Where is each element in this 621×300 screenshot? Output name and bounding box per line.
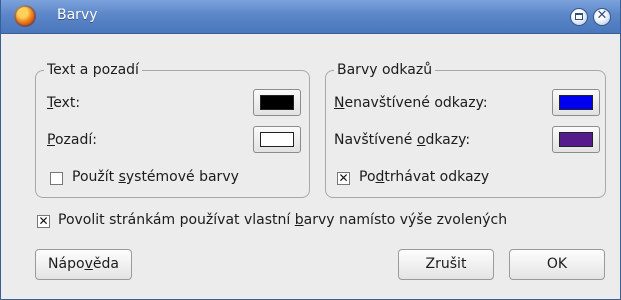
visited-links-label: Navštívené odkazy:	[334, 132, 471, 148]
visited-links-color-button[interactable]	[552, 126, 600, 153]
visited-links-swatch	[559, 132, 593, 147]
text-color-button[interactable]	[253, 89, 301, 116]
colors-dialog: Barvy ✕ Text a pozadí Text: Pozadí: Použ…	[0, 0, 621, 300]
maximize-icon	[575, 13, 583, 20]
text-color-label: Text:	[47, 95, 81, 111]
unvisited-links-label: Nenavštívené odkazy:	[334, 95, 488, 111]
unvisited-links-color-button[interactable]	[552, 89, 600, 116]
allow-page-colors-checkbox[interactable]: ✕	[37, 214, 50, 228]
text-color-swatch	[260, 95, 294, 110]
window-title: Barvy	[57, 7, 98, 23]
system-colors-label[interactable]: Použít systémové barvy	[72, 168, 239, 186]
cancel-button[interactable]: Zrušit	[398, 249, 494, 280]
link-colors-legend: Barvy odkazů	[334, 61, 436, 79]
unvisited-links-swatch	[559, 95, 593, 110]
close-button[interactable]: ✕	[593, 8, 611, 26]
background-color-label: Pozadí:	[47, 132, 97, 148]
help-button[interactable]: Nápověda	[35, 249, 132, 280]
allow-page-colors-label[interactable]: Povolit stránkám používat vlastní barvy …	[58, 211, 507, 229]
titlebar[interactable]: Barvy ✕	[1, 0, 620, 34]
check-mark-icon: ✕	[338, 171, 349, 185]
system-colors-checkbox[interactable]	[50, 172, 63, 185]
maximize-button[interactable]	[570, 8, 588, 26]
underline-links-checkbox[interactable]: ✕	[337, 171, 350, 185]
text-background-legend: Text a pozadí	[44, 61, 142, 79]
firefox-icon	[14, 5, 36, 27]
underline-links-label[interactable]: Podtrhávat odkazy	[359, 168, 489, 186]
background-color-swatch	[260, 132, 294, 147]
check-mark-icon: ✕	[38, 214, 49, 228]
background-color-button[interactable]	[253, 126, 301, 153]
close-icon: ✕	[596, 8, 608, 23]
ok-button[interactable]: OK	[509, 249, 605, 280]
